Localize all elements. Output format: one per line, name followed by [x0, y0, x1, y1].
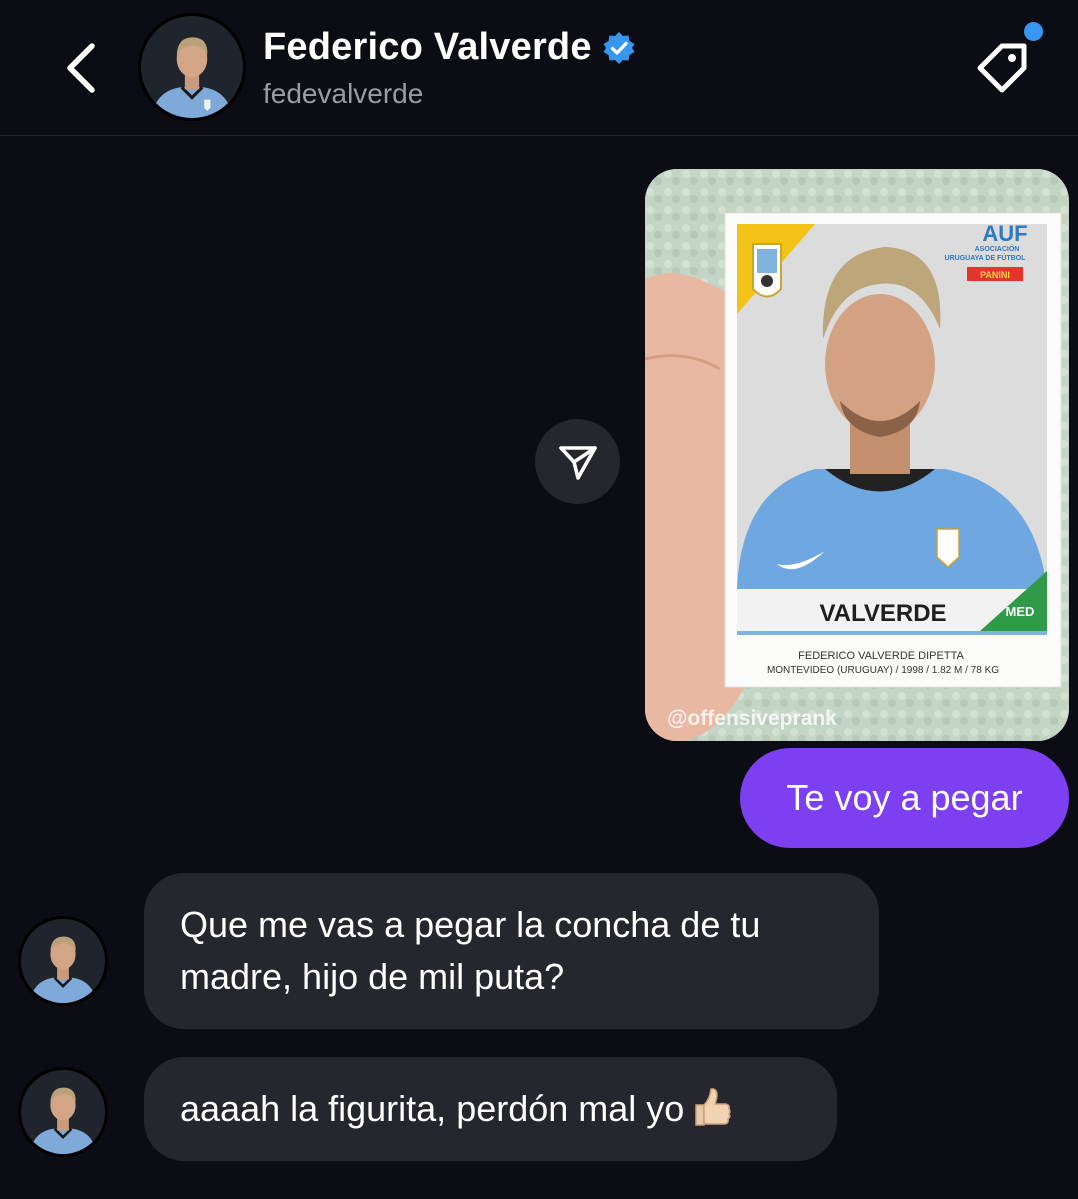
paper-plane-icon: [558, 445, 597, 480]
sticker-federation-sub2: URUGUAYA DE FÚTBOL: [945, 253, 1027, 262]
tag-button[interactable]: [972, 38, 1034, 100]
photo-message[interactable]: VALVERDE MED FEDERICO VALVERDE DIPETTA M…: [645, 169, 1069, 741]
chat-header: Federico Valverde fedevalverde: [0, 0, 1078, 136]
avatar-image: [141, 16, 243, 118]
message-line: Que me vas a pegar la concha de tu: [180, 904, 761, 945]
message-line: madre, hijo de mil puta?: [180, 956, 565, 997]
incoming-message[interactable]: Que me vas a pegar la concha de tu madre…: [144, 873, 879, 1029]
tag-icon: [977, 43, 1027, 93]
contact-name-row[interactable]: Federico Valverde: [263, 26, 636, 69]
sticker-full-name: FEDERICO VALVERDE DIPETTA: [798, 650, 964, 662]
sticker-brand: PANINI: [980, 270, 1010, 280]
back-button[interactable]: [62, 38, 106, 98]
sticker-federation: AUF: [982, 221, 1027, 246]
notification-dot: [1024, 22, 1043, 41]
sender-avatar[interactable]: [18, 916, 108, 1006]
chevron-left-icon: [67, 43, 95, 93]
message-text: aaaah la figurita, perdón mal yo: [180, 1088, 685, 1129]
contact-name: Federico Valverde: [263, 26, 592, 68]
profile-avatar[interactable]: [138, 13, 246, 121]
avatar-image: [21, 1070, 105, 1154]
sticker-position: MED: [1006, 604, 1035, 619]
sticker-details: MONTEVIDEO (URUGUAY) / 1998 / 1.82 M / 7…: [767, 665, 999, 676]
photo-watermark: @offensiveprank: [667, 707, 837, 730]
sticker-federation-sub1: ASOCIACIÓN: [975, 244, 1020, 253]
avatar-image: [21, 919, 105, 1003]
sticker-surname: VALVERDE: [819, 600, 946, 627]
share-button[interactable]: [535, 419, 620, 504]
incoming-message[interactable]: aaaah la figurita, perdón mal yo: [144, 1057, 837, 1161]
thumbs-up-icon: [695, 1088, 732, 1126]
outgoing-message[interactable]: Te voy a pegar: [740, 748, 1069, 848]
sticker-photo: VALVERDE MED FEDERICO VALVERDE DIPETTA M…: [645, 169, 1069, 741]
contact-username[interactable]: fedevalverde: [263, 78, 423, 110]
verified-badge-icon: [603, 31, 635, 64]
sender-avatar[interactable]: [18, 1067, 108, 1157]
